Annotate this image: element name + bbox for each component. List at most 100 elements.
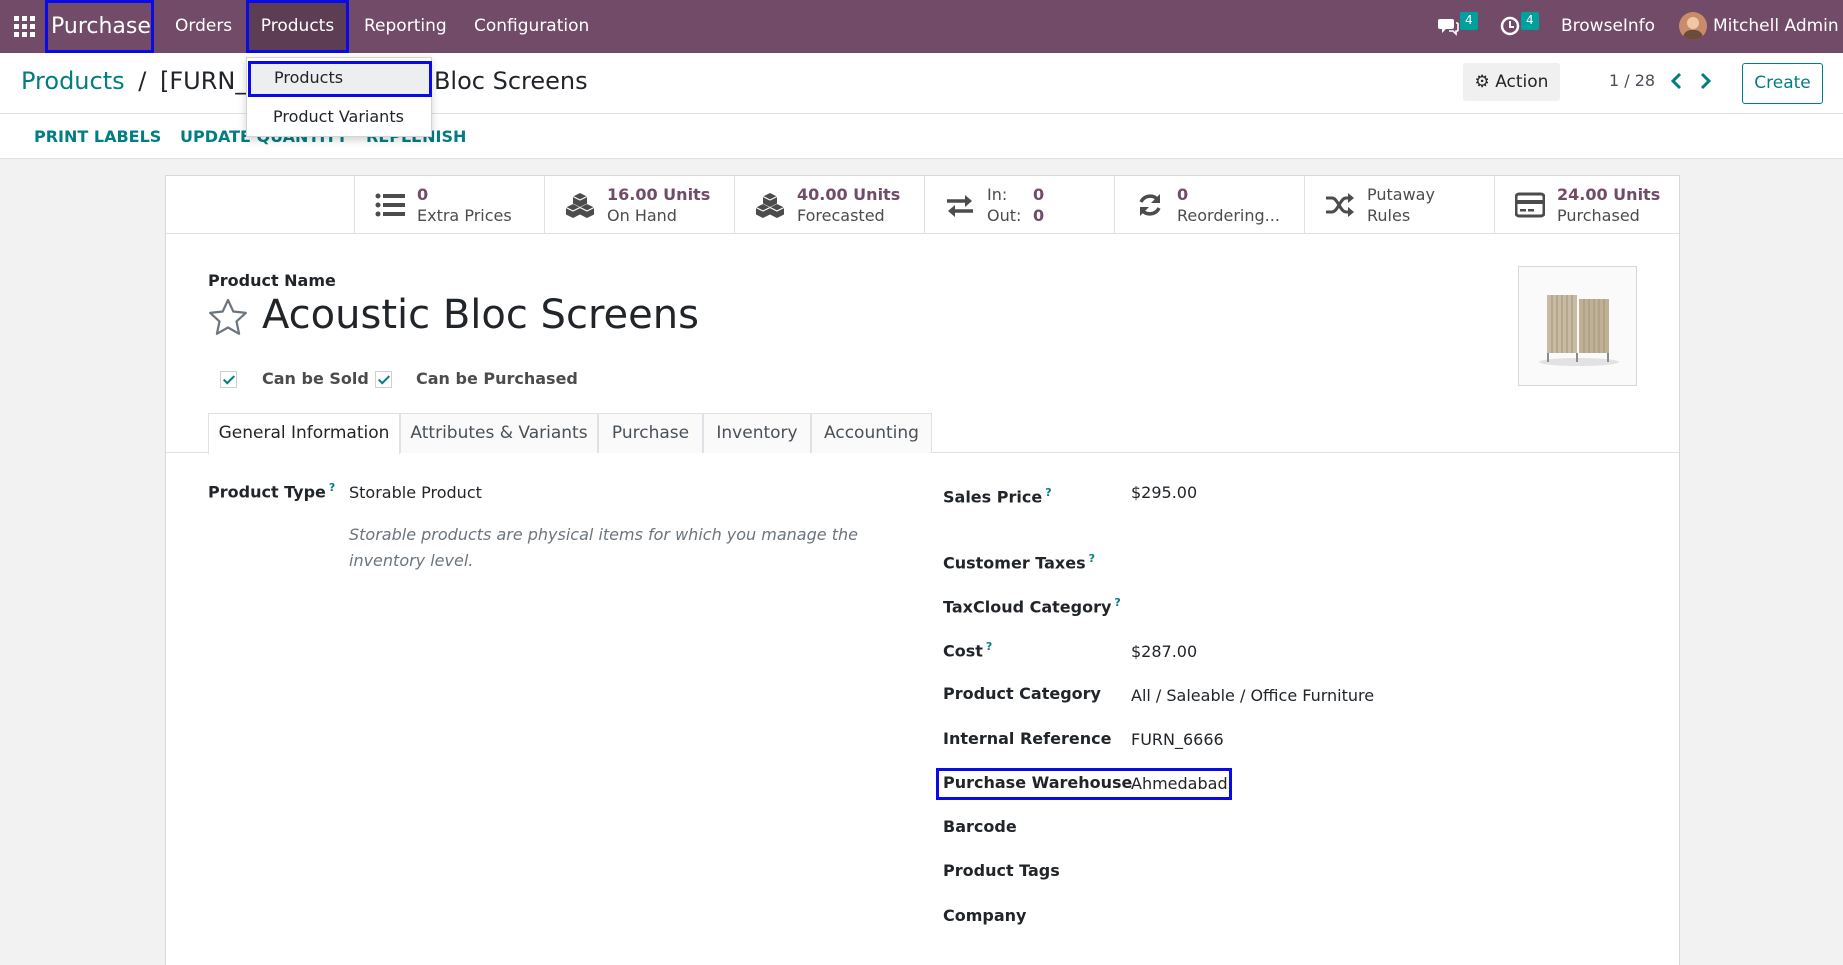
cost-field[interactable]: $287.00: [1131, 642, 1197, 661]
tab-general-information[interactable]: General Information: [208, 413, 400, 454]
purchase-warehouse-field[interactable]: Ahmedabad: [1131, 774, 1228, 793]
out-value: 0: [1033, 206, 1045, 225]
pager-next-icon[interactable]: [1698, 72, 1712, 90]
reordering-rules-button[interactable]: 0 Reordering...: [1114, 176, 1304, 234]
dropdown-item-products[interactable]: Products: [248, 61, 432, 97]
extra-prices-button[interactable]: 0 Extra Prices: [354, 176, 544, 234]
taxcloud-category-label: TaxCloud Category?: [943, 596, 1121, 617]
help-tooltip-icon[interactable]: ?: [1114, 596, 1120, 609]
product-category-field[interactable]: All / Saleable / Office Furniture: [1131, 686, 1374, 705]
product-tags-label: Product Tags: [943, 861, 1060, 880]
top-navbar: Purchase Orders Products Reporting Confi…: [0, 0, 1843, 53]
can-be-sold-checkbox[interactable]: [220, 371, 237, 388]
taxcloud-category-field[interactable]: [1131, 596, 1531, 618]
company-field[interactable]: [1131, 906, 1531, 928]
action-button[interactable]: ⚙ Action: [1463, 63, 1560, 101]
help-tooltip-icon[interactable]: ?: [1045, 486, 1051, 499]
can-be-sold-label: Can be Sold: [262, 369, 369, 388]
help-tooltip-icon[interactable]: ?: [1089, 552, 1095, 565]
notebook-tabs: General Information Attributes & Variant…: [166, 413, 1679, 454]
barcode-field[interactable]: [1131, 817, 1531, 839]
product-tags-field[interactable]: [1131, 861, 1531, 883]
help-tooltip-icon[interactable]: ?: [329, 481, 335, 494]
app-menu-icon[interactable]: [14, 16, 35, 37]
internal-reference-field[interactable]: FURN_6666: [1131, 730, 1224, 749]
forecasted-button[interactable]: 40.00 Units Forecasted: [734, 176, 924, 234]
acoustic-screen-image: [1539, 295, 1619, 366]
tab-purchase[interactable]: Purchase: [598, 413, 703, 453]
breadcrumb-products[interactable]: Products: [21, 67, 125, 95]
purchase-warehouse-label: Purchase Warehouse: [943, 773, 1133, 792]
tab-attributes-variants[interactable]: Attributes & Variants: [400, 413, 598, 453]
menu-orders[interactable]: Orders: [175, 0, 232, 53]
user-avatar[interactable]: [1679, 12, 1707, 40]
random-icon: [1326, 193, 1354, 217]
product-name-label: Product Name: [208, 271, 336, 290]
create-button[interactable]: Create: [1742, 63, 1823, 104]
extra-prices-label: Extra Prices: [417, 206, 512, 225]
tab-accounting[interactable]: Accounting: [811, 413, 932, 453]
can-be-purchased-checkbox[interactable]: [375, 371, 392, 388]
activities-badge: 4: [1521, 12, 1539, 30]
reordering-value: 0: [1177, 185, 1189, 204]
purchased-button[interactable]: 24.00 Units Purchased: [1494, 176, 1679, 234]
in-value: 0: [1033, 185, 1045, 204]
putaway-line2: Rules: [1367, 206, 1411, 225]
messages-badge: 4: [1460, 12, 1478, 30]
help-tooltip-icon[interactable]: ?: [986, 640, 992, 653]
product-category-label: Product Category: [943, 684, 1101, 703]
on-hand-value: 16.00 Units: [607, 185, 711, 204]
activity-clock-icon[interactable]: [1500, 16, 1520, 36]
company-switcher[interactable]: BrowseInfo: [1561, 0, 1655, 53]
sales-price-field[interactable]: $295.00: [1131, 483, 1197, 502]
purchased-label: Purchased: [1557, 206, 1640, 225]
tab-inventory[interactable]: Inventory: [703, 413, 811, 453]
on-hand-label: On Hand: [607, 206, 677, 225]
product-type-select[interactable]: Storable Product: [349, 483, 482, 502]
purchased-value: 24.00 Units: [1557, 185, 1661, 204]
favorite-star-icon[interactable]: [208, 298, 248, 336]
forecasted-label: Forecasted: [797, 206, 885, 225]
gear-icon: ⚙: [1474, 72, 1490, 92]
print-labels-button[interactable]: PRINT LABELS: [34, 127, 161, 146]
messages-icon[interactable]: [1437, 15, 1459, 37]
menu-configuration[interactable]: Configuration: [474, 0, 589, 53]
smart-buttons-row: 0 Extra Prices 16.00 Units On Hand 40.00…: [166, 176, 1679, 234]
cubes-icon: [565, 193, 595, 218]
menu-products[interactable]: Products: [246, 0, 349, 53]
pager-previous-icon[interactable]: [1670, 72, 1684, 90]
product-type-label: Product Type?: [208, 481, 336, 502]
cubes-icon: [755, 193, 785, 218]
forecasted-value: 40.00 Units: [797, 185, 901, 204]
dropdown-item-product-variants[interactable]: Product Variants: [247, 100, 433, 134]
company-label: Company: [943, 906, 1027, 925]
user-menu[interactable]: Mitchell Admin: [1713, 0, 1839, 53]
pager-value[interactable]: 1 / 28: [1609, 71, 1655, 90]
putaway-line1: Putaway: [1367, 185, 1435, 204]
can-be-purchased-label: Can be Purchased: [416, 369, 578, 388]
credit-card-icon: [1515, 192, 1545, 218]
menu-reporting[interactable]: Reporting: [364, 0, 447, 53]
barcode-label: Barcode: [943, 817, 1017, 836]
out-label: Out:: [987, 206, 1022, 225]
customer-taxes-field[interactable]: [1131, 552, 1531, 574]
app-name-purchase[interactable]: Purchase: [45, 0, 154, 53]
products-dropdown-menu: Products Product Variants: [246, 57, 432, 137]
cost-label: Cost?: [943, 640, 993, 661]
breadcrumb-separator: /: [138, 67, 147, 95]
customer-taxes-label: Customer Taxes?: [943, 552, 1096, 573]
exchange-icon: [947, 195, 973, 217]
refresh-icon: [1139, 194, 1161, 216]
on-hand-button[interactable]: 16.00 Units On Hand: [544, 176, 734, 234]
product-type-help: Storable products are physical items for…: [349, 525, 858, 570]
sales-price-label: Sales Price?: [943, 486, 1052, 507]
in-out-button[interactable]: In: 0 Out: 0: [924, 176, 1114, 234]
reordering-label: Reordering...: [1177, 206, 1280, 225]
putaway-rules-button[interactable]: Putaway Rules: [1304, 176, 1494, 234]
extra-prices-value: 0: [417, 185, 429, 204]
form-sheet: 0 Extra Prices 16.00 Units On Hand 40.00…: [165, 175, 1680, 965]
product-name-field[interactable]: Acoustic Bloc Screens: [262, 292, 699, 338]
internal-reference-label: Internal Reference: [943, 729, 1112, 748]
product-image[interactable]: [1518, 266, 1637, 386]
action-label: Action: [1495, 72, 1549, 92]
